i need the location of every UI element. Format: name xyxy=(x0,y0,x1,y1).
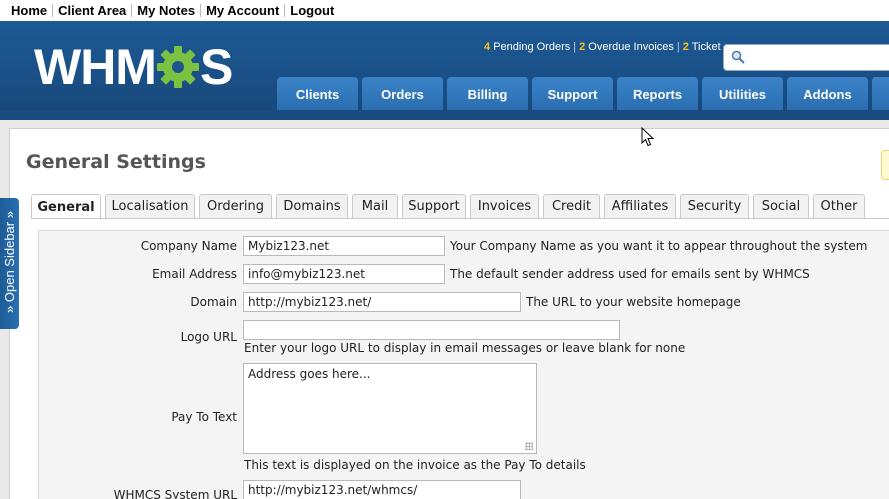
header-status: 4 Pending Orders | 2 Overdue Invoices | 2 Ti… xyxy=(484,41,721,53)
top-link-home[interactable]: Home xyxy=(6,4,54,17)
overdue-invoices-count: 2 xyxy=(579,41,586,53)
tab-credit[interactable]: Credit xyxy=(543,194,600,218)
nav-tab-clients[interactable]: Clients xyxy=(277,77,358,111)
system-url-label: WHMCS System URL xyxy=(113,488,237,499)
email-address-hint: The default sender address used for emai… xyxy=(450,267,810,281)
tab-ordering[interactable]: Ordering xyxy=(199,194,272,218)
tab-domains[interactable]: Domains xyxy=(276,194,348,218)
nav-tab-reports[interactable]: Reports xyxy=(617,77,698,111)
mouse-cursor-icon xyxy=(641,127,655,147)
nav-tab-billing[interactable]: Billing xyxy=(447,77,528,111)
tab-other[interactable]: Other xyxy=(813,194,865,218)
open-sidebar-button[interactable]: » Open Sidebar » xyxy=(0,198,19,329)
domain-field[interactable]: http://mybiz123.net/ xyxy=(243,292,521,312)
pending-orders-link[interactable]: Pending Orders xyxy=(493,41,570,53)
tab-social[interactable]: Social xyxy=(753,194,809,218)
tabs-divider xyxy=(31,218,889,219)
system-url-field[interactable]: http://mybiz123.net/whmcs/ xyxy=(243,480,521,499)
logo-text-right: S xyxy=(199,39,233,95)
logo-text-left: WHM xyxy=(34,39,157,95)
search-box[interactable] xyxy=(723,44,889,71)
page-title: General Settings xyxy=(26,151,206,173)
tickets-count: 2 xyxy=(682,41,689,53)
nav-tab-utilities[interactable]: Utilities xyxy=(702,77,783,111)
domain-hint: The URL to your website homepage xyxy=(526,295,741,309)
top-link-my-account[interactable]: My Account xyxy=(201,4,286,17)
tab-invoices[interactable]: Invoices xyxy=(470,194,539,218)
whmcs-logo[interactable]: WHM S xyxy=(34,39,233,95)
search-icon xyxy=(731,50,745,64)
email-address-label: Email Address xyxy=(152,267,237,281)
header: WHM S 4 Pending Orders | 2 Overdue Invoice… xyxy=(0,21,889,120)
pay-to-text-field[interactable]: Address goes here... xyxy=(243,363,537,454)
tickets-link[interactable]: Ticket xyxy=(692,41,721,53)
company-name-field[interactable]: Mybiz123.net xyxy=(243,236,445,256)
tab-security[interactable]: Security xyxy=(680,194,749,218)
tab-localisation[interactable]: Localisation xyxy=(105,194,195,218)
top-link-client-area[interactable]: Client Area xyxy=(53,4,133,17)
resize-handle[interactable] xyxy=(525,442,533,450)
main-nav: Clients Orders Billing Support Reports U… xyxy=(277,77,889,111)
company-name-hint: Your Company Name as you want it to appe… xyxy=(450,239,868,253)
nav-tab-more[interactable] xyxy=(872,77,889,111)
header-bottom-bar xyxy=(0,110,889,120)
search-input[interactable] xyxy=(750,49,889,67)
top-links-bar: Home Client Area My Notes My Account Log… xyxy=(0,0,889,21)
top-link-my-notes[interactable]: My Notes xyxy=(132,4,202,17)
tab-mail[interactable]: Mail xyxy=(352,194,398,218)
domain-label: Domain xyxy=(190,295,237,309)
overdue-invoices-link[interactable]: Overdue Invoices xyxy=(588,41,674,53)
pay-to-text-value: Address goes here... xyxy=(248,367,371,381)
pay-to-text-label: Pay To Text xyxy=(171,410,237,424)
tab-general[interactable]: General xyxy=(31,194,101,219)
logo-url-hint: Enter your logo URL to display in email … xyxy=(244,341,686,355)
nav-tab-addons[interactable]: Addons xyxy=(787,77,868,111)
nav-tab-support[interactable]: Support xyxy=(532,77,613,111)
open-sidebar-label: » Open Sidebar » xyxy=(2,211,17,313)
settings-tabs: General Localisation Ordering Domains Ma… xyxy=(31,194,869,219)
nav-tab-orders[interactable]: Orders xyxy=(362,77,443,111)
company-name-label: Company Name xyxy=(140,239,237,253)
help-tab[interactable] xyxy=(881,150,889,180)
gear-icon xyxy=(156,46,199,88)
email-address-field[interactable]: info@mybiz123.net xyxy=(243,264,445,284)
logo-url-label: Logo URL xyxy=(180,330,237,344)
pay-to-text-hint: This text is displayed on the invoice as… xyxy=(244,458,586,472)
top-link-logout[interactable]: Logout xyxy=(285,4,339,17)
tab-affiliates[interactable]: Affiliates xyxy=(604,194,676,218)
pending-orders-count: 4 xyxy=(484,41,491,53)
logo-url-field[interactable] xyxy=(243,320,620,340)
tab-support[interactable]: Support xyxy=(402,194,466,218)
